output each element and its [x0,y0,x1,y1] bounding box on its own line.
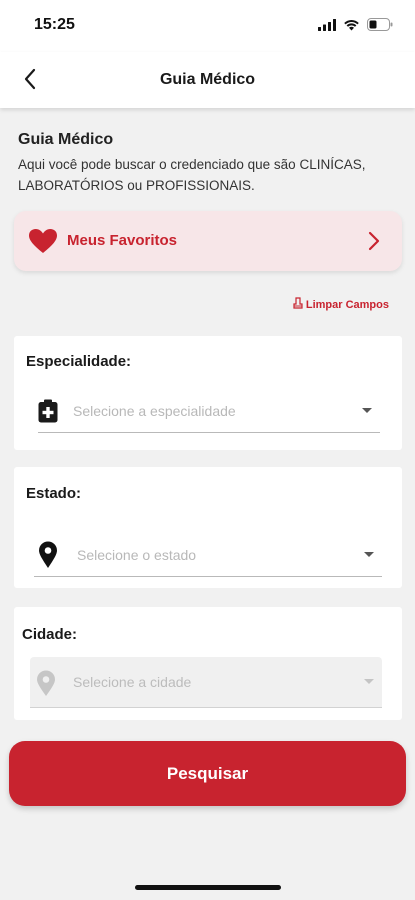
medical-kit-icon [38,399,58,428]
status-icons [318,18,393,36]
state-label: Estado: [26,485,82,502]
status-time: 15:25 [34,16,75,33]
page-title: Guia Médico [159,71,256,88]
specialty-placeholder: Selecione a especialidade [73,403,236,419]
specialty-card: Especialidade: Selecione a especialidade [14,336,402,450]
favorites-button[interactable]: Meus Favoritos [14,211,402,271]
eraser-icon [293,297,303,312]
dropdown-arrow-icon [362,408,372,413]
state-placeholder: Selecione o estado [77,547,197,563]
city-placeholder: Selecione a cidade [73,674,192,690]
dropdown-arrow-icon [364,552,374,557]
city-label: Cidade: [22,626,78,643]
chevron-right-icon [368,231,380,256]
search-button[interactable]: Pesquisar [9,741,406,806]
favorites-label: Meus Favoritos [67,232,178,249]
location-pin-icon [38,541,58,574]
battery-icon [367,18,393,36]
clear-fields-label: Limpar Campos [305,298,389,311]
state-card: Estado: Selecione o estado [14,467,402,588]
intro-title: Guia Médico [18,131,114,148]
signal-icon [318,18,336,36]
specialty-label: Especialidade: [26,353,132,370]
status-bar: 15:25 [0,0,415,52]
nav-bar: Guia Médico [0,52,415,108]
state-select[interactable]: Selecione o estado [34,533,382,577]
home-indicator [135,885,281,890]
city-select: Selecione a cidade [30,657,382,708]
intro-description: Aqui você pode buscar o credenciado que … [18,157,366,193]
city-card: Cidade: Selecione a cidade [14,607,402,720]
location-pin-icon [36,670,56,702]
specialty-select[interactable]: Selecione a especialidade [38,389,380,433]
heart-icon [28,228,58,259]
dropdown-arrow-icon [364,679,374,684]
clear-fields-button[interactable]: Limpar Campos [293,297,389,312]
wifi-icon [343,18,360,36]
